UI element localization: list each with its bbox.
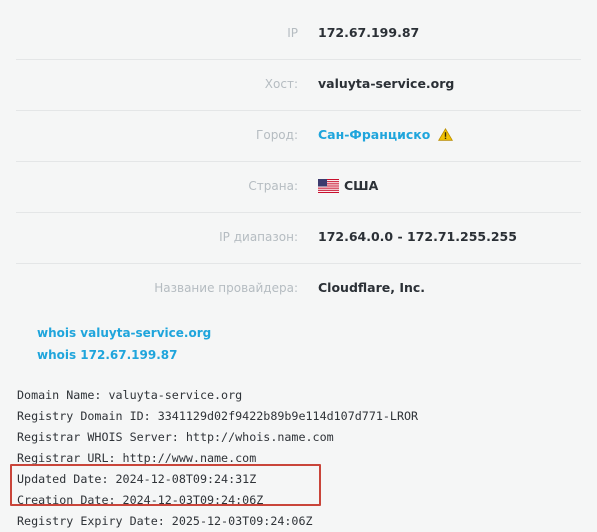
city-row: Город: Сан-Франциско — [16, 111, 581, 162]
whois-line: Domain Name: valuyta-service.org — [17, 388, 243, 402]
ip-row: IP 172.67.199.87 — [16, 9, 581, 60]
country-row: Страна: США — [16, 162, 581, 213]
city-label: Город: — [256, 128, 298, 142]
country-label: Страна: — [248, 179, 298, 193]
whois-links: whois valuyta-service.org whois 172.67.1… — [37, 322, 211, 366]
ip-info-table: IP 172.67.199.87 Хост: valuyta-service.o… — [0, 9, 597, 314]
whois-line: Registrar WHOIS Server: http://whois.nam… — [17, 430, 334, 444]
warning-icon — [438, 128, 454, 141]
raw-whois-output: Domain Name: valuyta-service.org Registry… — [17, 385, 418, 532]
whois-ip-link[interactable]: whois 172.67.199.87 — [37, 344, 211, 366]
country-name: США — [344, 178, 379, 193]
whois-line: Registry Domain ID: 3341129d02f9422b89b9… — [17, 409, 419, 423]
whois-domain-link[interactable]: whois valuyta-service.org — [37, 322, 211, 344]
provider-label: Название провайдера: — [154, 281, 298, 295]
provider-row: Название провайдера: Cloudflare, Inc. — [16, 264, 581, 314]
country-value: США — [318, 178, 378, 193]
host-label: Хост: — [264, 77, 298, 91]
provider-value: Cloudflare, Inc. — [318, 280, 426, 295]
ip-range-row: IP диапазон: 172.64.0.0 - 172.71.255.255 — [16, 213, 581, 264]
city-link[interactable]: Сан-Франциско — [318, 127, 430, 142]
host-value: valuyta-service.org — [318, 76, 455, 91]
ip-value: 172.67.199.87 — [318, 25, 420, 40]
ip-range-value: 172.64.0.0 - 172.71.255.255 — [318, 229, 517, 244]
ip-label: IP — [287, 26, 298, 40]
ip-range-label: IP диапазон: — [219, 230, 298, 244]
city-value[interactable]: Сан-Франциско — [318, 127, 454, 142]
host-row: Хост: valuyta-service.org — [16, 60, 581, 111]
us-flag-icon — [318, 178, 339, 193]
date-highlight-box — [10, 464, 321, 506]
